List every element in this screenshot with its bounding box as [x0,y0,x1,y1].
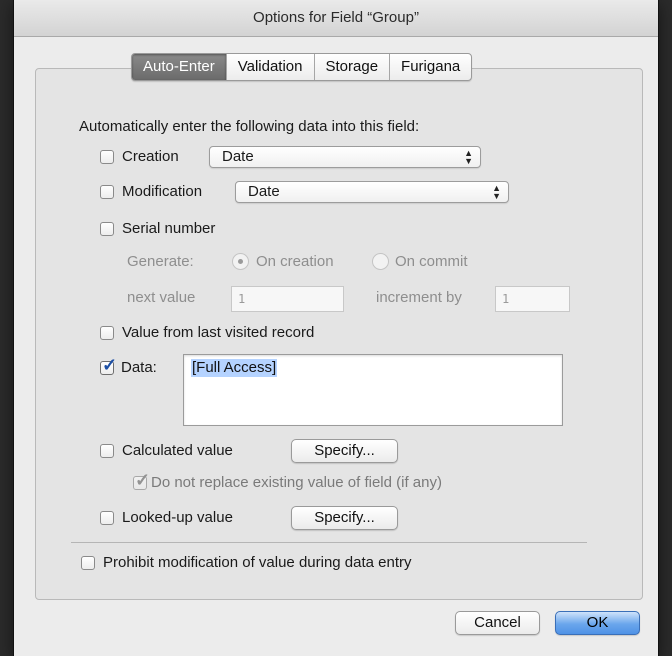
field-options-dialog: Options for Field “Group” Auto-Enter Val… [14,0,658,656]
prohibit-modification-label: Prohibit modification of value during da… [103,554,412,571]
on-commit-label: On commit [395,253,468,270]
tab-storage[interactable]: Storage [313,54,390,80]
tab-validation[interactable]: Validation [225,54,314,80]
serial-number-label: Serial number [122,220,216,237]
select-arrows-icon: ▲ ▼ [492,183,501,201]
generate-label: Generate: [127,253,194,270]
tab-auto-enter[interactable]: Auto-Enter [132,54,226,80]
looked-up-checkbox[interactable] [100,511,114,525]
calculated-value-checkbox[interactable] [100,444,114,458]
tab-bar: Auto-Enter Validation Storage Furigana [131,53,473,81]
serial-number-checkbox[interactable] [100,222,114,236]
do-not-replace-label: Do not replace existing value of field (… [151,474,442,491]
last-visited-checkbox[interactable] [100,326,114,340]
looked-up-label: Looked-up value [122,509,233,526]
modification-select-value: Date [248,183,280,200]
next-value-label: next value [127,289,196,306]
do-not-replace-checkbox[interactable]: ✓ [133,471,150,490]
next-value-field[interactable]: 1 [231,286,344,312]
last-visited-label: Value from last visited record [122,324,315,341]
creation-select[interactable]: Date ▲ ▼ [209,146,481,168]
data-checkbox[interactable]: ✓ [100,356,117,375]
creation-checkbox[interactable] [100,150,114,164]
data-value: [Full Access] [191,359,278,377]
cancel-button[interactable]: Cancel [455,611,540,635]
radio-dot-icon [238,259,243,264]
on-commit-radio[interactable] [372,253,389,270]
on-creation-radio[interactable] [232,253,249,270]
divider [71,542,587,543]
creation-select-value: Date [222,148,254,165]
data-label: Data: [121,359,157,376]
select-arrows-icon: ▲ ▼ [464,148,473,166]
prohibit-modification-checkbox[interactable] [81,556,95,570]
creation-label: Creation [122,148,179,165]
looked-up-specify-button[interactable]: Specify... [291,506,398,530]
checkmark-icon: ✓ [102,355,118,375]
calculated-value-label: Calculated value [122,442,233,459]
increment-field[interactable]: 1 [495,286,570,312]
modification-select[interactable]: Date ▲ ▼ [235,181,509,203]
dialog-title: Options for Field “Group” [14,0,658,37]
checkmark-icon: ✓ [135,470,151,490]
data-textarea[interactable]: [Full Access] [183,354,563,426]
auto-enter-heading: Automatically enter the following data i… [79,118,420,135]
calculated-specify-button[interactable]: Specify... [291,439,398,463]
modification-label: Modification [122,183,203,200]
modification-checkbox[interactable] [100,185,114,199]
increment-label: increment by [376,289,462,306]
tab-furigana[interactable]: Furigana [389,54,471,80]
ok-button[interactable]: OK [555,611,640,635]
on-creation-label: On creation [256,253,334,270]
